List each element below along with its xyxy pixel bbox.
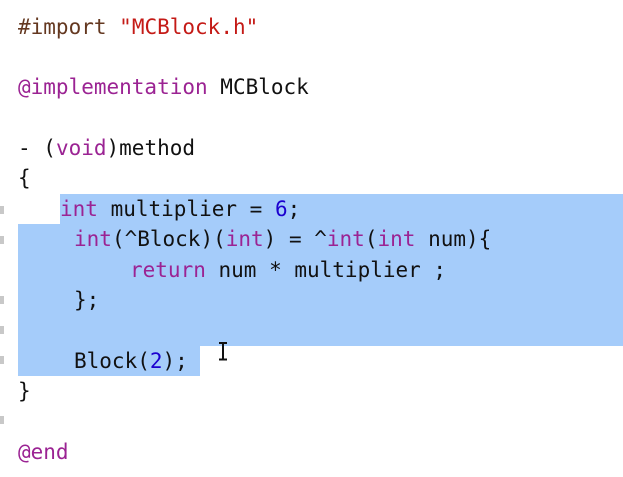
end-keyword: @end (18, 440, 69, 464)
ibeam-cursor-icon (218, 342, 228, 360)
type-keyword: int (74, 227, 112, 251)
code-line-close-brace[interactable]: } (18, 376, 31, 406)
gutter-marker (0, 416, 4, 424)
method-prefix: - ( (18, 136, 56, 160)
method-name: )method (106, 136, 196, 160)
gutter-marker (0, 356, 4, 364)
code-line-block-close[interactable]: }; (74, 285, 99, 315)
code-line-open-brace[interactable]: { (18, 163, 31, 193)
assignment: ) = ^ (263, 227, 327, 251)
gutter-marker (0, 326, 4, 334)
number-literal: 6 (274, 197, 288, 221)
close-brace: } (18, 379, 31, 403)
type-keyword: int (377, 227, 416, 251)
return-type: void (55, 136, 107, 160)
block-name: (^Block)( (111, 227, 226, 251)
variable-declaration: multiplier = (97, 197, 275, 221)
implementation-keyword: @implementation (18, 75, 208, 99)
block-close: }; (74, 288, 100, 312)
code-line-return[interactable]: return num * multiplier ; (130, 255, 446, 285)
code-line-import[interactable]: #import "MCBlock.h" (18, 12, 258, 42)
semicolon: ; (287, 197, 301, 221)
code-line-end[interactable]: @end (18, 437, 69, 467)
import-directive: #import (18, 15, 107, 39)
paren: ( (364, 227, 378, 251)
class-name: MCBlock (207, 75, 309, 99)
type-keyword: int (60, 197, 98, 221)
open-brace: { (18, 166, 31, 190)
code-line-multiplier[interactable]: int multiplier = 6; (60, 194, 300, 224)
import-filename: "MCBlock.h" (119, 15, 259, 39)
code-line-implementation[interactable]: @implementation MCBlock (18, 72, 309, 102)
gutter-marker (0, 236, 4, 244)
number-literal: 2 (149, 349, 163, 373)
call-end: ); (162, 349, 188, 373)
block-call: Block( (74, 349, 150, 373)
type-keyword: int (225, 227, 264, 251)
return-expression: num * multiplier ; (205, 258, 447, 282)
return-keyword: return (130, 258, 206, 282)
type-keyword: int (326, 227, 365, 251)
gutter-marker (0, 296, 4, 304)
code-line-block-declaration[interactable]: int(^Block)(int) = ^int(int num){ (74, 224, 491, 254)
gutter-marker (0, 206, 4, 214)
code-line-method-signature[interactable]: - (void)method (18, 133, 195, 163)
code-editor[interactable]: #import "MCBlock.h" @implementation MCBl… (0, 0, 623, 477)
parameter: num){ (415, 227, 492, 251)
code-line-block-call[interactable]: Block(2); (74, 346, 188, 376)
